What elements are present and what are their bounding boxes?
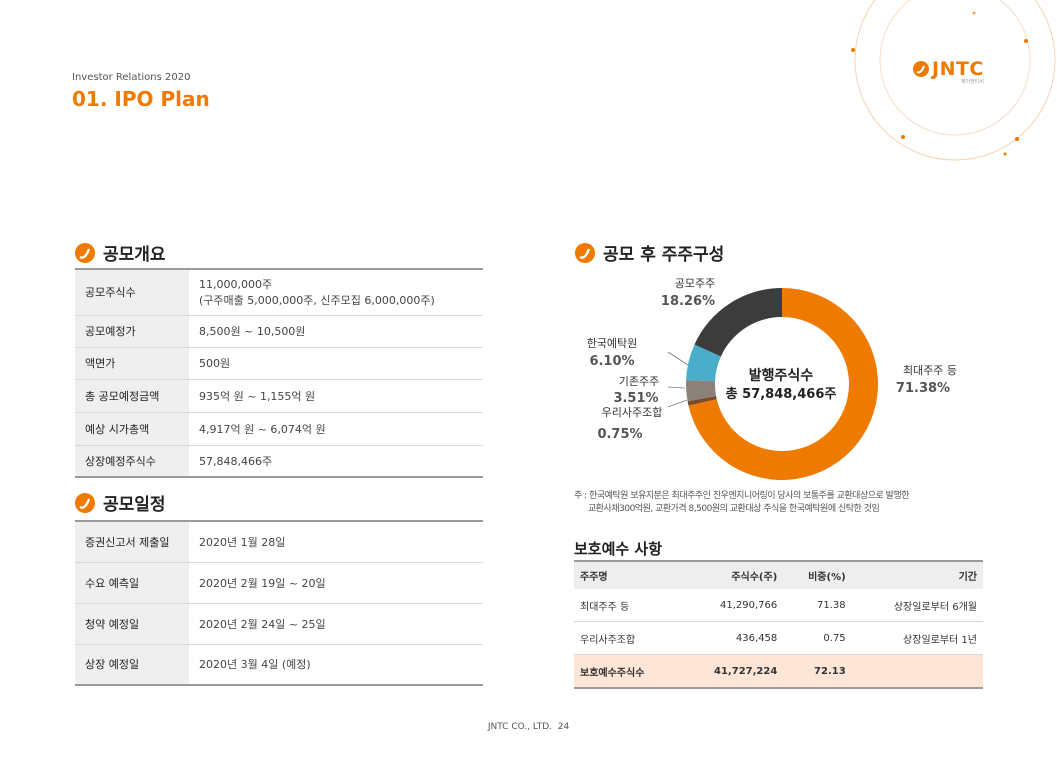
table-row: 청약 예정일 2020년 2월 24일 ~ 25일 xyxy=(75,603,483,645)
value-existing: 3.51% xyxy=(613,391,658,406)
row-label: 공모예정가 xyxy=(75,315,189,348)
cell: 41,290,766 xyxy=(679,589,784,622)
cell: 436,458 xyxy=(679,621,784,655)
lockup-heading: 보호예수 사항 xyxy=(574,540,663,558)
shareholders-heading: 공모 후 주주구성 xyxy=(574,240,724,265)
row-value: 2020년 2월 19일 ~ 20일 xyxy=(189,562,483,604)
label-major: 최대주주 등 xyxy=(903,364,957,377)
cell: 최대주주 등 xyxy=(574,589,680,622)
row-label: 공모주식수 xyxy=(75,269,189,316)
page-footer: JNTC CO., LTD. 24 xyxy=(0,722,1057,732)
row-label: 액면가 xyxy=(75,347,189,380)
row-value: 2020년 3월 4일 (예정) xyxy=(189,644,483,686)
overview-heading-text: 공모개요 xyxy=(103,245,166,265)
cell xyxy=(851,654,983,689)
table-header-row: 주주명 주식수(주) 비중(%) 기간 xyxy=(574,560,983,589)
note-line2: 교환사채300억원, 교환가격 8,500원의 교환대상 주식을 한국예탁원에 … xyxy=(588,504,880,514)
col-header: 기간 xyxy=(851,560,983,589)
donut-center-line1: 발행주식수 xyxy=(749,367,814,384)
shareholders-heading-text: 공모 후 주주구성 xyxy=(603,245,725,265)
schedule-table: 증권신고서 제출일 2020년 1월 28일 수요 예측일 2020년 2월 1… xyxy=(75,520,483,686)
table-row: 상장예정주식수 57,848,466주 xyxy=(75,445,483,478)
orbit-decoration xyxy=(851,0,1056,161)
row-value: 935억 원 ~ 1,155억 원 xyxy=(189,379,483,413)
row-value-line2: (구주매출 5,000,000주, 신주모집 6,000,000주) xyxy=(199,294,435,308)
row-label: 청약 예정일 xyxy=(75,603,189,645)
company-logo: JNTC 제이엔티씨 xyxy=(912,58,984,85)
shareholder-note: 주 : 한국예탁원 보유지분은 최대주주인 진우엔지니어링이 당사의 보통주를 … xyxy=(574,490,1004,516)
col-header: 주식수(주) xyxy=(679,560,784,589)
overview-heading: 공모개요 xyxy=(74,240,166,265)
row-value: 11,000,000주 (구주매출 5,000,000주, 신주모집 6,000… xyxy=(189,269,483,316)
cell: 상장일로부터 1년 xyxy=(851,621,983,655)
row-label: 상장 예정일 xyxy=(75,644,189,686)
row-value: 57,848,466주 xyxy=(189,445,483,478)
row-label: 예상 시가총액 xyxy=(75,412,189,446)
cell: 0.75 xyxy=(783,621,852,655)
table-row: 수요 예측일 2020년 2월 19일 ~ 20일 xyxy=(75,562,483,604)
logo-mark-icon xyxy=(913,61,929,77)
value-public: 18.26% xyxy=(661,294,715,309)
lockup-table: 주주명 주식수(주) 비중(%) 기간 최대주주 등 41,290,766 71… xyxy=(574,560,983,689)
table-row: 증권신고서 제출일 2020년 1월 28일 xyxy=(75,521,483,563)
table-row: 공모예정가 8,500원 ~ 10,500원 xyxy=(75,315,483,348)
page-supertitle: Investor Relations 2020 xyxy=(72,72,191,83)
note-line1: 주 : 한국예탁원 보유지분은 최대주주인 진우엔지니어링이 당사의 보통주를 … xyxy=(574,491,909,501)
label-public: 공모주주 xyxy=(675,277,715,290)
footer-company: JNTC CO., LTD. xyxy=(487,722,552,732)
cell: 상장일로부터 6개월 xyxy=(851,589,983,622)
cell: 71.38 xyxy=(783,589,852,622)
col-header: 비중(%) xyxy=(783,560,852,589)
row-value: 500원 xyxy=(189,347,483,380)
section-bullet-icon xyxy=(575,242,595,263)
donut-center-line2: 총 57,848,466주 xyxy=(726,386,837,402)
section-bullet-icon xyxy=(75,242,95,263)
cell: 41,727,224 xyxy=(679,654,784,689)
page-number: 24 xyxy=(557,722,570,732)
overview-table: 공모주식수 11,000,000주 (구주매출 5,000,000주, 신주모집… xyxy=(75,268,483,478)
schedule-heading-text: 공모일정 xyxy=(103,495,166,515)
table-row: 예상 시가총액 4,917억 원 ~ 6,074억 원 xyxy=(75,412,483,446)
row-label: 총 공모예정금액 xyxy=(75,379,189,413)
row-value-line1: 11,000,000주 xyxy=(199,278,273,292)
label-existing: 기존주주 xyxy=(619,375,659,388)
row-value: 8,500원 ~ 10,500원 xyxy=(189,315,483,348)
table-row: 공모주식수 11,000,000주 (구주매출 5,000,000주, 신주모집… xyxy=(75,269,483,316)
row-label: 상장예정주식수 xyxy=(75,445,189,478)
table-row: 상장 예정일 2020년 3월 4일 (예정) xyxy=(75,644,483,686)
value-ksd: 6.10% xyxy=(589,354,634,369)
table-row: 총 공모예정금액 935억 원 ~ 1,155억 원 xyxy=(75,379,483,413)
col-header: 주주명 xyxy=(574,560,680,589)
shareholder-donut-chart: 발행주식수 총 57,848,466주 공모주주 18.26% 한국예탁원 6.… xyxy=(587,277,957,480)
label-esop: 우리사주조합 xyxy=(602,406,663,419)
cell: 72.13 xyxy=(783,654,852,689)
schedule-heading: 공모일정 xyxy=(74,490,166,515)
table-row: 우리사주조합 436,458 0.75 상장일로부터 1년 xyxy=(574,621,983,655)
cell: 우리사주조합 xyxy=(574,621,680,655)
row-label: 증권신고서 제출일 xyxy=(75,521,189,563)
value-esop: 0.75% xyxy=(597,427,642,442)
cell: 보호예수주식수 xyxy=(574,654,680,689)
value-major: 71.38% xyxy=(896,381,950,396)
row-label: 수요 예측일 xyxy=(75,562,189,604)
table-row: 최대주주 등 41,290,766 71.38 상장일로부터 6개월 xyxy=(574,589,983,622)
table-total-row: 보호예수주식수 41,727,224 72.13 xyxy=(574,654,983,689)
logo-text: JNTC xyxy=(932,58,984,80)
table-row: 액면가 500원 xyxy=(75,347,483,380)
section-bullet-icon xyxy=(75,492,95,513)
row-value: 2020년 1월 28일 xyxy=(189,521,483,563)
label-ksd: 한국예탁원 xyxy=(587,337,638,350)
page-title: 01. IPO Plan xyxy=(72,87,210,111)
row-value: 2020년 2월 24일 ~ 25일 xyxy=(189,603,483,645)
row-value: 4,917억 원 ~ 6,074억 원 xyxy=(189,412,483,446)
